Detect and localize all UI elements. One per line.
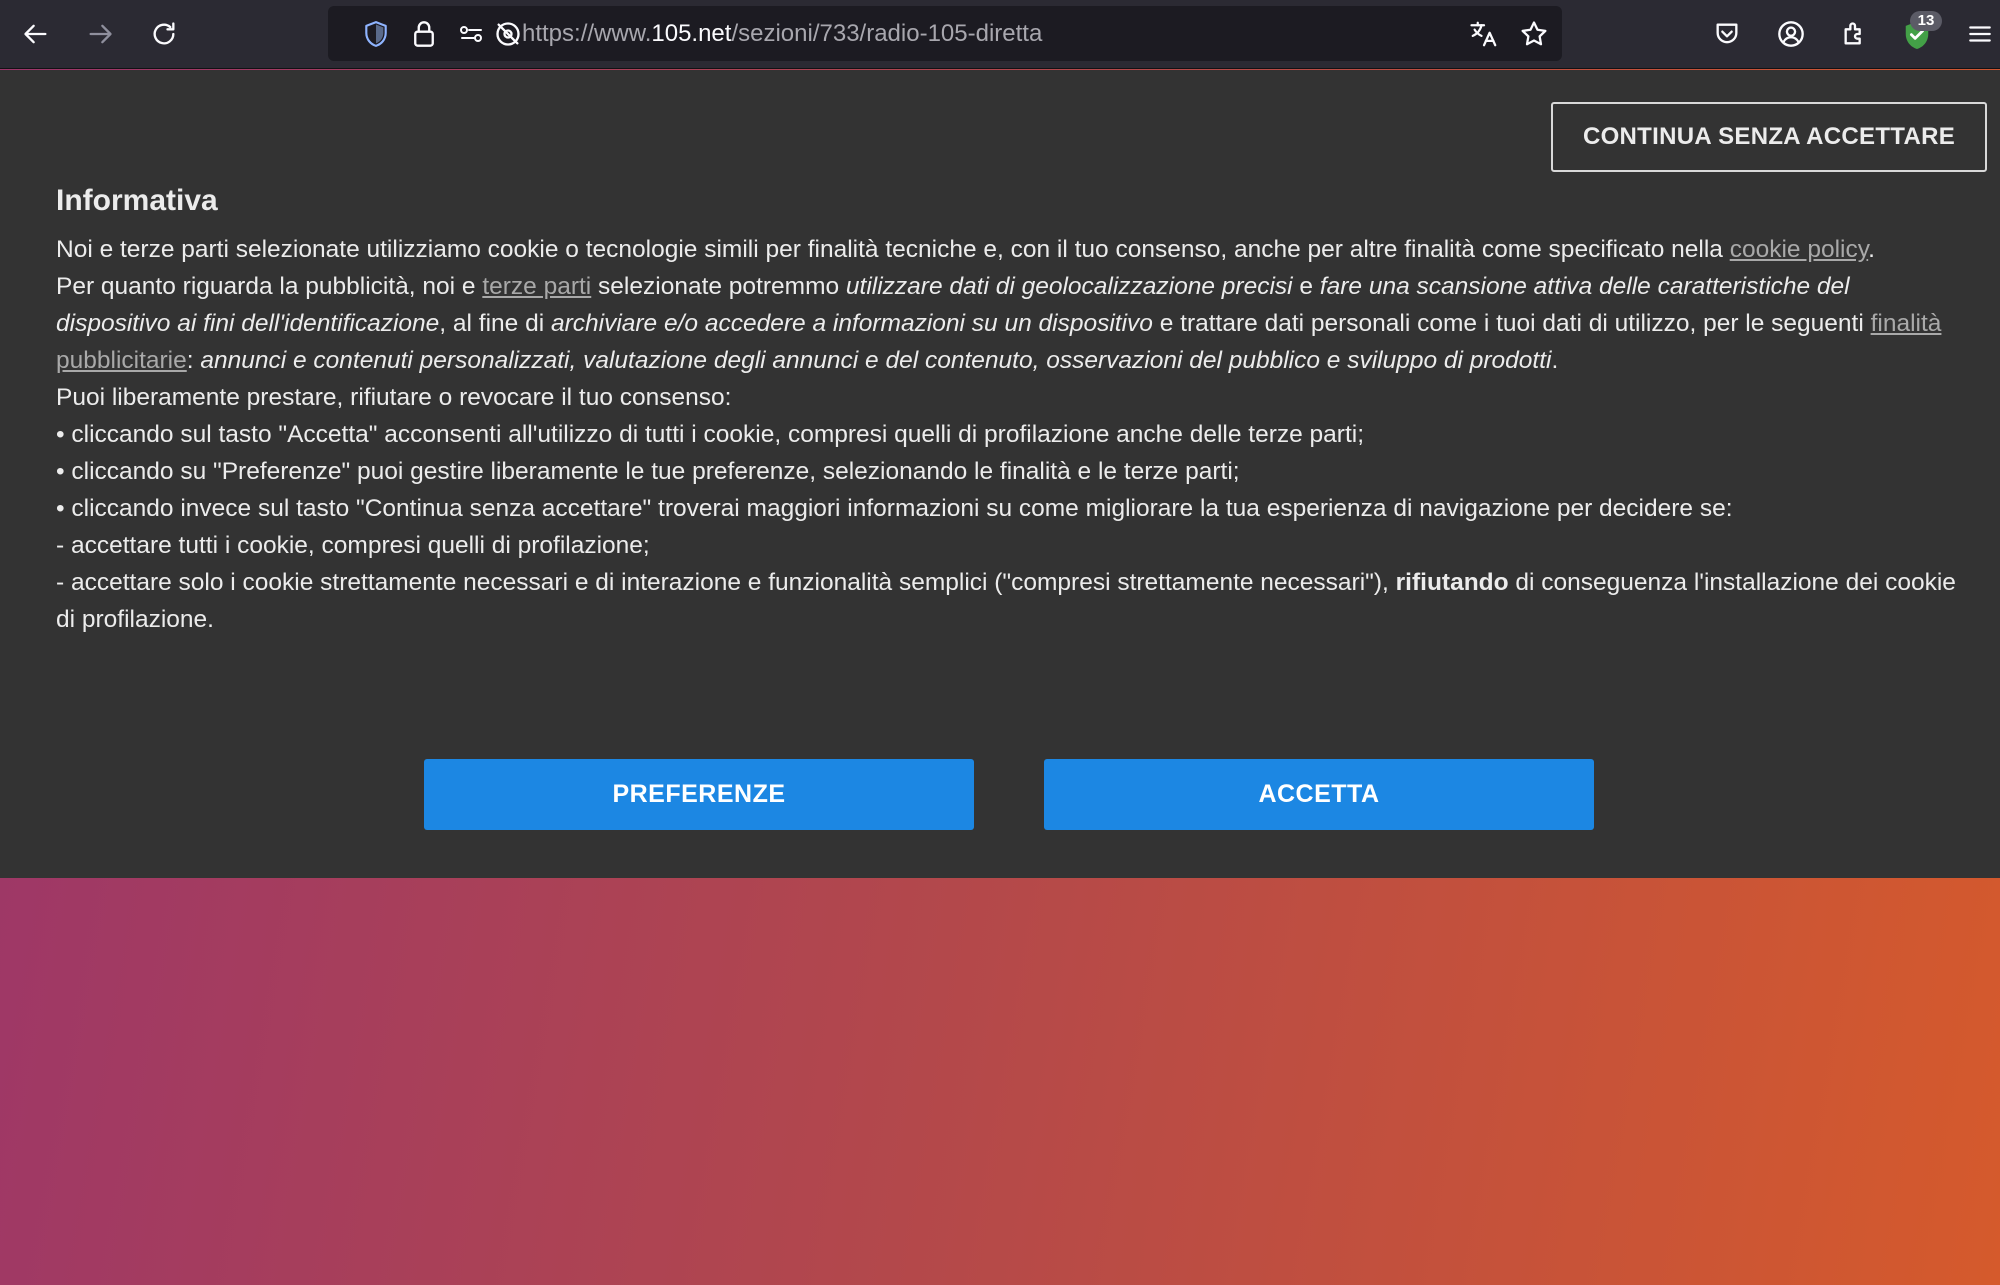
bullet-accept: • cliccando sul tasto "Accetta" acconsen… bbox=[56, 421, 1365, 448]
sub-option-necessary-only: - accettare solo i cookie strettamente n… bbox=[56, 564, 1956, 638]
preferences-button[interactable]: PREFERENZE bbox=[424, 759, 974, 830]
ads-text-2: selezionate potremmo bbox=[591, 273, 846, 300]
menu-hamburger-icon[interactable] bbox=[1960, 14, 2000, 54]
bullet-preferences: • cliccando su "Preferenze" puoi gestire… bbox=[56, 458, 1240, 485]
back-icon[interactable] bbox=[16, 14, 56, 54]
pocket-icon[interactable] bbox=[1707, 14, 1747, 54]
lock-icon[interactable] bbox=[404, 14, 444, 54]
forward-icon[interactable] bbox=[80, 14, 120, 54]
sub-option-accept-all: - accettare tutti i cookie, compresi que… bbox=[56, 532, 650, 559]
reload-icon[interactable] bbox=[144, 14, 184, 54]
ads-text-5: e trattare dati personali come i tuoi da… bbox=[1152, 310, 1871, 337]
ads-italic-1: utilizzare dati di geolocalizzazione pre… bbox=[845, 273, 1293, 300]
tracking-protection-shield-icon[interactable] bbox=[356, 14, 396, 54]
banner-text: Noi e terze parti selezionate utilizziam… bbox=[56, 231, 1956, 638]
sub2-text-1: - accettare solo i cookie strettamente n… bbox=[56, 569, 1396, 596]
ads-text-3: e bbox=[1292, 273, 1320, 300]
ads-italic-4: annunci e contenuti personalizzati, valu… bbox=[200, 347, 1552, 374]
url-prefix: https://www. bbox=[522, 20, 652, 47]
ads-text-6: : bbox=[186, 347, 201, 374]
intro-text: Noi e terze parti selezionate utilizziam… bbox=[56, 236, 1730, 263]
sub2-bold: rifiutando bbox=[1395, 569, 1509, 596]
ads-text-4: , al fine di bbox=[439, 310, 551, 337]
translate-icon[interactable] bbox=[1464, 14, 1504, 54]
url-text[interactable]: https://www.105.net/sezioni/733/radio-10… bbox=[522, 20, 1042, 48]
intro-end: . bbox=[1868, 236, 1875, 263]
browser-toolbar: https://www.105.net/sezioni/733/radio-10… bbox=[0, 0, 2000, 69]
intro-paragraph: Noi e terze parti selezionate utilizziam… bbox=[56, 231, 1956, 268]
account-icon[interactable] bbox=[1771, 14, 1811, 54]
ads-text-1: Per quanto riguarda la pubblicità, noi e bbox=[56, 273, 483, 300]
cookie-consent-banner: CONTINUA SENZA ACCETTARE Informativa Noi… bbox=[0, 70, 2000, 878]
url-path: /sezioni/733/radio-105-diretta bbox=[731, 20, 1043, 47]
advertising-paragraph: Per quanto riguarda la pubblicità, noi e… bbox=[56, 268, 1956, 379]
permissions-icon[interactable] bbox=[452, 14, 492, 54]
accept-button[interactable]: ACCETTA bbox=[1044, 759, 1594, 830]
extension-badge-count: 13 bbox=[1910, 11, 1942, 31]
url-host: 105.net bbox=[651, 20, 732, 47]
continue-without-accepting-button[interactable]: CONTINUA SENZA ACCETTARE bbox=[1551, 102, 1987, 172]
ads-end: . bbox=[1551, 347, 1559, 374]
ads-italic-3: archiviare e/o accedere a informazioni s… bbox=[550, 310, 1153, 337]
consent-options-intro: Puoi liberamente prestare, rifiutare o r… bbox=[56, 384, 732, 411]
page-background bbox=[0, 878, 2000, 1285]
url-bar[interactable]: https://www.105.net/sezioni/733/radio-10… bbox=[328, 6, 1562, 61]
extensions-puzzle-icon[interactable] bbox=[1835, 14, 1875, 54]
banner-title: Informativa bbox=[56, 184, 218, 217]
bullet-continue: • cliccando invece sul tasto "Continua s… bbox=[56, 495, 1733, 522]
bookmark-star-icon[interactable] bbox=[1514, 14, 1554, 54]
cookie-policy-link[interactable]: cookie policy bbox=[1730, 236, 1868, 263]
third-parties-link[interactable]: terze parti bbox=[482, 273, 591, 300]
